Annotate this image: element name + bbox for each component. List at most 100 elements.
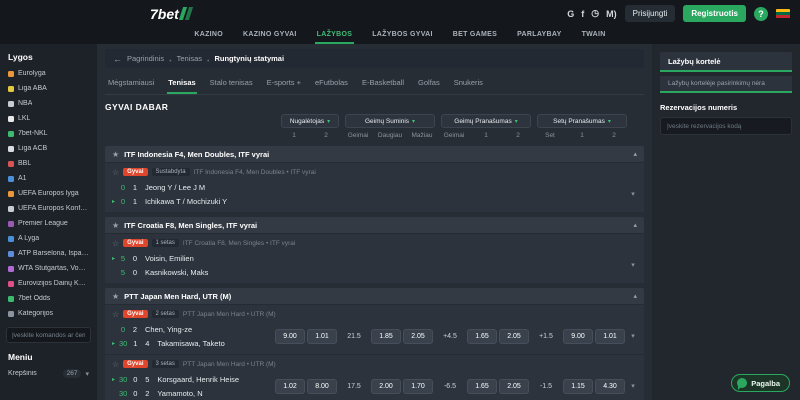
team-search-input[interactable] (6, 327, 91, 343)
odds-button[interactable]: 8.00 (307, 378, 337, 394)
odds-button[interactable]: 1.01 (307, 328, 337, 344)
odds-button[interactable]: 2.00 (371, 378, 401, 394)
back-icon[interactable]: ← (113, 54, 122, 64)
help-button[interactable]: Pagalba (731, 374, 790, 392)
sidebar-item[interactable]: Eurovizijos Dainų Konkursas (0, 276, 97, 291)
sidebar-item[interactable]: Liga ACB (0, 141, 97, 156)
team-row[interactable]: 30 0 2 Yamamoto, N (112, 386, 274, 400)
favorite-star-icon[interactable]: ☆ (112, 239, 119, 248)
sidebar-item[interactable]: Eurolyga (0, 66, 97, 81)
sidebar-item[interactable]: Kategorijos (0, 306, 97, 321)
odds-button[interactable]: 2.05 (403, 328, 433, 344)
facebook-icon[interactable]: f (581, 9, 584, 19)
odds-button[interactable]: 1.01 (595, 328, 625, 344)
favorite-star-icon[interactable]: ☆ (112, 168, 119, 177)
match-card: ☆ Gyvai 2 setas PTT Japan Men Hard • UTR (M… (105, 304, 644, 354)
nav-item-0[interactable]: KAZINO (192, 27, 225, 44)
login-button[interactable]: Prisijungti (624, 5, 676, 22)
odds-button[interactable]: 2.05 (499, 328, 529, 344)
tab-0[interactable]: Mėgstamiausi (107, 75, 155, 94)
tab-1[interactable]: Tenisas (167, 75, 197, 94)
odds-button[interactable]: 9.00 (563, 328, 593, 344)
tab-3[interactable]: E-sports + (266, 75, 302, 94)
favorite-star-icon[interactable]: ☆ (112, 360, 119, 369)
odds-button[interactable]: 4.30 (595, 378, 625, 394)
expand-chevron-icon[interactable]: ▾ (626, 190, 640, 198)
line-value: +1.5 (539, 332, 553, 340)
tab-7[interactable]: Snukeris (453, 75, 484, 94)
chevron-up-icon[interactable]: ▴ (633, 221, 637, 229)
odds-button[interactable]: 1.70 (403, 378, 433, 394)
help-icon[interactable]: ? (754, 6, 768, 21)
sidebar-item[interactable]: 7bet Odds (0, 291, 97, 306)
team-row[interactable]: 0 2 Chen, Ying-ze (112, 322, 274, 336)
tab-6[interactable]: Golfas (417, 75, 441, 94)
sidebar-item[interactable]: UEFA Europos Konferencijų... (0, 201, 97, 216)
nav-item-6[interactable]: TWAIN (580, 27, 608, 44)
sidebar-item[interactable]: WTA Štutgartas, Vokietija |... (0, 261, 97, 276)
betslip-tab[interactable]: Lažybų kortelė (660, 52, 792, 72)
sidebar-item[interactable]: LKL (0, 111, 97, 126)
reservation-code-input[interactable] (660, 117, 792, 135)
market-dropdown[interactable]: Nugalėtojas ▾ (281, 114, 339, 128)
group-header[interactable]: ★ ITF Indonesia F4, Men Doubles, ITF vyra… (105, 146, 644, 162)
odds-button[interactable]: 1.02 (275, 378, 305, 394)
register-button[interactable]: Registruotis (683, 5, 746, 22)
sidebar-item[interactable]: 7bet-NKL (0, 126, 97, 141)
nav-item-1[interactable]: KAZINO GYVAI (241, 27, 299, 44)
age-limit-icon[interactable]: ◷ (591, 8, 599, 19)
odds-button[interactable]: 1.85 (371, 328, 401, 344)
nav-item-2[interactable]: LAŽYBOS (314, 27, 355, 44)
logo[interactable]: 7bet (150, 6, 193, 22)
tab-2[interactable]: Stalo tenisas (209, 75, 254, 94)
odds-button[interactable]: 2.05 (499, 378, 529, 394)
expand-chevron-icon[interactable]: ▾ (626, 332, 640, 340)
group-header[interactable]: ★ ITF Croatia F8, Men Singles, ITF vyrai ▴ (105, 217, 644, 233)
chevron-up-icon[interactable]: ▴ (633, 292, 637, 300)
expand-chevron-icon[interactable]: ▾ (626, 261, 640, 269)
odds-button[interactable]: 1.15 (563, 378, 593, 394)
menu-item[interactable]: Krepšinis 267 ▾ (0, 366, 97, 381)
nav-item-4[interactable]: BET GAMES (451, 27, 499, 44)
nav-item-3[interactable]: LAŽYBOS GYVAI (370, 27, 435, 44)
sidebar-item[interactable]: NBA (0, 96, 97, 111)
market-dropdown[interactable]: Setų Pranašumas ▾ (537, 114, 627, 128)
star-icon[interactable]: ★ (112, 221, 119, 230)
tab-5[interactable]: E-Basketball (361, 75, 405, 94)
left-sidebar: Lygos Eurolyga Liga ABA NBA LKL 7bet-NKL Liga… (0, 44, 97, 400)
breadcrumb-home[interactable]: Pagrindinis (127, 54, 164, 63)
group-header[interactable]: ★ PTT Japan Men Hard, UTR (M) ▴ (105, 288, 644, 304)
odds-button[interactable]: 1.65 (467, 328, 497, 344)
chevron-up-icon[interactable]: ▴ (633, 150, 637, 158)
star-icon[interactable]: ★ (112, 292, 119, 301)
odds-button[interactable]: 1.65 (467, 378, 497, 394)
expand-chevron-icon[interactable]: ▾ (626, 382, 640, 390)
sidebar-item[interactable]: Premier League (0, 216, 97, 231)
sidebar-item[interactable]: A1 (0, 171, 97, 186)
tab-4[interactable]: eFutbolas (314, 75, 349, 94)
sidebar-item[interactable]: UEFA Europos lyga (0, 186, 97, 201)
line-value: -6.5 (443, 382, 457, 390)
team-row[interactable]: ▸ 30 1 4 Takamisawa, Taketo (112, 336, 274, 350)
market-dropdown[interactable]: Geimų Pranašumas ▾ (441, 114, 531, 128)
star-icon[interactable]: ★ (112, 150, 119, 159)
team-row[interactable]: ▸ 5 0 Voisin, Emilien (112, 251, 274, 265)
favorite-star-icon[interactable]: ☆ (112, 310, 119, 319)
breadcrumb-sport[interactable]: Tenisas (177, 54, 202, 63)
sidebar-item[interactable]: Liga ABA (0, 81, 97, 96)
market-dropdown[interactable]: Geimų Suminis ▾ (345, 114, 435, 128)
regulator-icon[interactable]: M) (606, 9, 617, 19)
nav-item-5[interactable]: PARLAYBAY (515, 27, 563, 44)
team-row[interactable]: 5 0 Kasnikowski, Maks (112, 265, 274, 279)
team-row[interactable]: ▸ 0 1 Ichikawa T / Mochizuki Y (112, 194, 274, 208)
market-sub-label: 2 (324, 132, 328, 139)
sidebar-item[interactable]: A Lyga (0, 231, 97, 246)
team-row[interactable]: ▸ 30 0 5 Korsgaard, Henrik Heise (112, 372, 274, 386)
sidebar-item[interactable]: BBL (0, 156, 97, 171)
odds-button[interactable]: 9.00 (275, 328, 305, 344)
team-row[interactable]: 0 1 Jeong Y / Lee J M (112, 180, 274, 194)
lithuania-flag-icon[interactable] (776, 8, 790, 19)
sidebar-item[interactable]: ATP Barselona, Ispanija V... (0, 246, 97, 261)
market-label: Geimų Suminis (364, 117, 410, 125)
google-icon[interactable]: G (567, 9, 574, 19)
